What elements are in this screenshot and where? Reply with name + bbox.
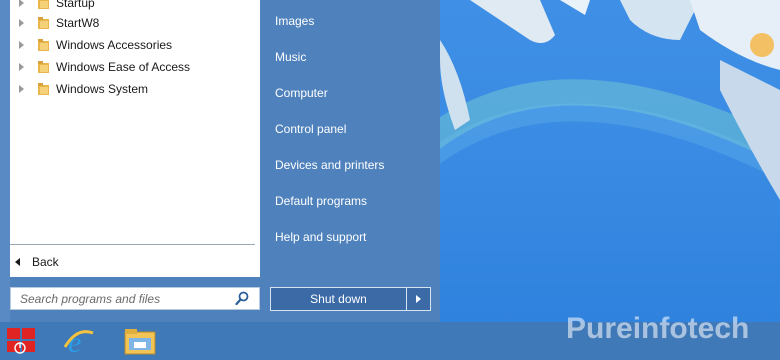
program-label: Windows Ease of Access xyxy=(56,60,191,74)
shutdown-button[interactable]: Shut down xyxy=(271,288,406,310)
expand-arrow-icon[interactable] xyxy=(19,0,24,7)
menu-left-band xyxy=(0,0,10,322)
program-folder-windows-system[interactable]: Windows System xyxy=(10,78,260,100)
programs-list: Startup StartW8 Windows Accessories Wind… xyxy=(10,0,260,277)
expand-arrow-icon[interactable] xyxy=(19,19,24,27)
internet-explorer-icon[interactable]: e xyxy=(62,325,96,357)
folder-icon xyxy=(38,83,49,95)
menu-item-devices-and-printers[interactable]: Devices and printers xyxy=(275,158,384,172)
shutdown-options-arrow-icon[interactable] xyxy=(407,288,430,310)
program-label: StartW8 xyxy=(56,16,100,30)
back-label: Back xyxy=(32,255,59,269)
menu-item-music[interactable]: Music xyxy=(275,50,306,64)
menu-item-default-programs[interactable]: Default programs xyxy=(275,194,367,208)
watermark-logo: Pureinfotech xyxy=(566,312,750,345)
shutdown-button-group: Shut down xyxy=(270,287,431,311)
search-box[interactable] xyxy=(10,287,260,310)
menu-item-help-and-support[interactable]: Help and support xyxy=(275,230,366,244)
folder-icon xyxy=(38,39,49,51)
program-folder-windows-accessories[interactable]: Windows Accessories xyxy=(10,34,260,56)
programs-divider xyxy=(10,244,255,245)
menu-item-control-panel[interactable]: Control panel xyxy=(275,122,346,136)
folder-icon xyxy=(38,17,49,29)
expand-arrow-icon[interactable] xyxy=(19,41,24,49)
folder-icon xyxy=(38,61,49,73)
program-label: Windows Accessories xyxy=(56,38,173,52)
start-menu: Startup StartW8 Windows Accessories Wind… xyxy=(0,0,440,322)
program-folder-windows-ease-of-access[interactable]: Windows Ease of Access xyxy=(10,56,260,78)
expand-arrow-icon[interactable] xyxy=(19,63,24,71)
expand-arrow-icon[interactable] xyxy=(19,85,24,93)
menu-item-computer[interactable]: Computer xyxy=(275,86,328,100)
back-arrow-icon xyxy=(15,258,20,266)
program-label: Windows System xyxy=(56,82,149,96)
folder-icon xyxy=(38,0,49,9)
file-explorer-icon[interactable] xyxy=(123,326,157,356)
menu-item-images[interactable]: Images xyxy=(275,14,314,28)
start-icon[interactable] xyxy=(6,326,38,356)
program-label: Startup xyxy=(56,0,95,10)
program-folder-startw8[interactable]: StartW8 xyxy=(10,12,260,34)
search-input[interactable] xyxy=(11,288,235,309)
search-icon[interactable] xyxy=(235,291,249,306)
